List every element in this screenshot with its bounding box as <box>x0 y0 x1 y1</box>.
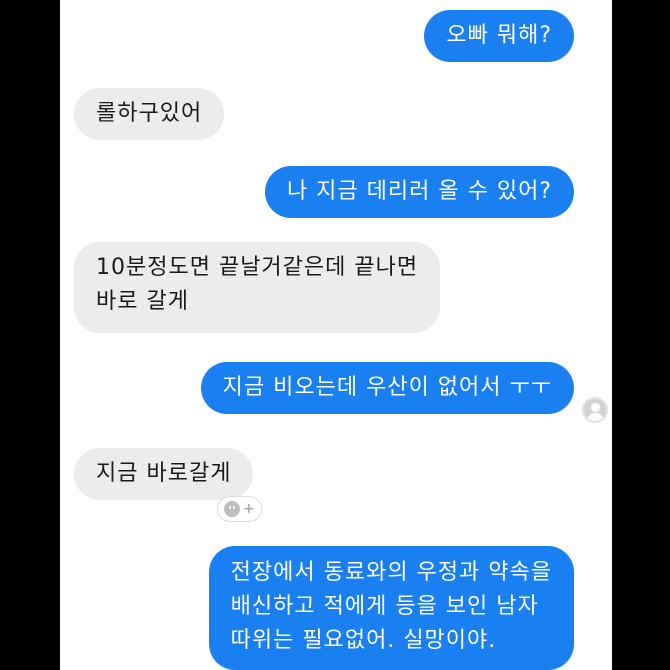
seen-avatar-icon <box>582 397 608 423</box>
message-text-line: 따위는 필요없어. 실망이야. <box>230 628 497 653</box>
message-text: 지금 바로갈게 <box>96 461 232 486</box>
message-text: 오빠 뭐해? <box>446 23 552 48</box>
message-text-line: 10분정도면 끝날거같은데 끝나면 <box>96 255 419 280</box>
message-text: 나 지금 데리러 올 수 있어? <box>286 179 552 204</box>
message-text: 롤하구있어 <box>96 101 203 126</box>
message-text-line: 전장에서 동료와의 우정과 약속을 <box>230 560 552 585</box>
message-bubble-incoming[interactable]: 10분정도면 끝날거같은데 끝나면 바로 갈게 <box>74 242 441 333</box>
message-bubble-outgoing[interactable]: 전장에서 동료와의 우정과 약속을 배신하고 적에게 등을 보인 남자 따위는 … <box>208 546 574 670</box>
message-bubble-outgoing[interactable]: 지금 비오는데 우산이 없어서 ㅜㅜ <box>200 362 574 414</box>
chat-panel: 오빠 뭐해? 롤하구있어 나 지금 데리러 올 수 있어? 10분정도면 끝날거… <box>60 0 612 670</box>
message-text-line: 배신하고 적에게 등을 보인 남자 <box>230 594 539 619</box>
add-reaction-icon[interactable]: + <box>217 496 262 522</box>
message-bubble-outgoing[interactable]: 나 지금 데리러 올 수 있어? <box>264 166 574 218</box>
message-bubble-incoming[interactable]: 롤하구있어 <box>74 88 225 140</box>
message-text: 지금 비오는데 우산이 없어서 ㅜㅜ <box>222 375 552 400</box>
message-bubble-incoming[interactable]: 지금 바로갈게 <box>74 448 254 500</box>
message-text-line: 바로 갈게 <box>96 289 189 314</box>
message-bubble-outgoing[interactable]: 오빠 뭐해? <box>424 10 574 62</box>
